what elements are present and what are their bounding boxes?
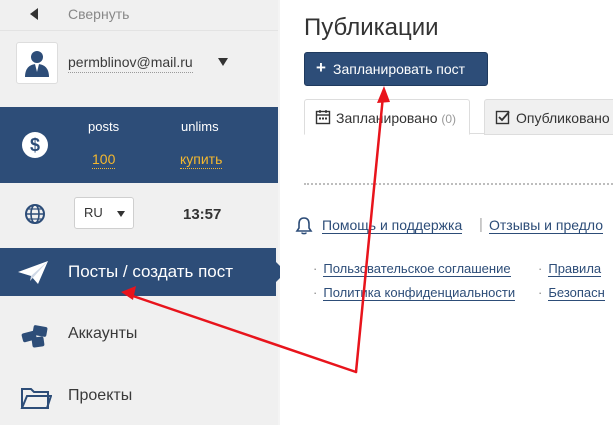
schedule-post-label: Запланировать пост [333,61,466,77]
terms-link-label: Пользовательское соглашение [323,261,511,277]
tab-label: Опубликовано [516,110,610,126]
terms-link[interactable]: · Пользовательское соглашение [313,261,511,277]
collapse-label: Свернуть [68,6,130,22]
language-select[interactable]: RU [74,197,134,229]
dollar-icon: $ [22,132,48,158]
plus-icon: + [316,58,326,77]
checkbox-icon [495,110,510,125]
dotted-divider [304,183,613,185]
collapse-arrow-icon [30,8,38,20]
tab-label: Запланировано [336,110,438,126]
buy-link[interactable]: купить [180,151,223,169]
bullet-icon: · [313,261,318,276]
sidebar: Свернуть permblinov@mail.ru $ posts 100 … [0,0,286,425]
plan-label: unlims [181,119,219,134]
balance-panel: $ posts 100 unlims купить [0,107,278,183]
reviews-link[interactable]: Отзывы и предло [489,217,604,234]
privacy-link-label: Политика конфиденциальности [323,285,516,301]
folder-icon [20,388,52,409]
current-time: 13:57 [183,206,222,223]
security-link-label: Безопасн [548,285,605,301]
page-title: Публикации [304,14,439,41]
posts-label: posts [88,119,120,134]
user-icon [25,51,49,77]
schedule-post-button[interactable]: + Запланировать пост [304,52,488,86]
rules-link[interactable]: · Правила [538,261,602,277]
accounts-icon [21,325,48,348]
avatar [16,42,58,84]
sidebar-item-label: Аккаунты [68,325,138,342]
chevron-down-icon[interactable] [218,58,228,66]
main-content: Публикации + Запланировать пост Запланир… [280,0,613,425]
sidebar-item-posts[interactable]: Посты / создать пост [0,248,286,296]
security-link[interactable]: · Безопасн [538,285,605,301]
user-email[interactable]: permblinov@mail.ru [68,54,193,73]
bell-icon [295,217,313,235]
sidebar-item-label: Посты / создать пост [68,262,234,281]
rules-link-label: Правила [548,261,602,277]
bullet-icon: · [538,285,543,300]
tab-published[interactable]: Опубликовано [484,99,613,135]
collapse-sidebar-button[interactable]: Свернуть [0,0,278,31]
user-menu[interactable]: permblinov@mail.ru [0,30,278,104]
bullet-icon: · [313,285,318,300]
sidebar-item-accounts[interactable]: Аккаунты [0,310,278,360]
help-support-link[interactable]: Помощь и поддержка [322,217,463,234]
language-row: RU 13:57 [0,192,278,238]
tab-scheduled[interactable]: Запланировано (0) [304,99,470,135]
tab-count: (0) [441,112,457,126]
sidebar-item-projects[interactable]: Проекты [0,372,278,422]
posts-count[interactable]: 100 [92,151,116,169]
calendar-icon [315,110,331,125]
globe-icon [25,204,45,224]
bullet-icon: · [538,261,543,276]
language-value: RU [84,205,103,220]
sidebar-item-label: Проекты [68,387,133,404]
help-row: Помощь и поддержка | Отзывы и предло [294,214,613,236]
paper-plane-icon [18,261,48,284]
privacy-link[interactable]: · Политика конфиденциальности [313,285,516,301]
link-separator: | [479,216,483,233]
select-caret-icon [117,211,125,217]
